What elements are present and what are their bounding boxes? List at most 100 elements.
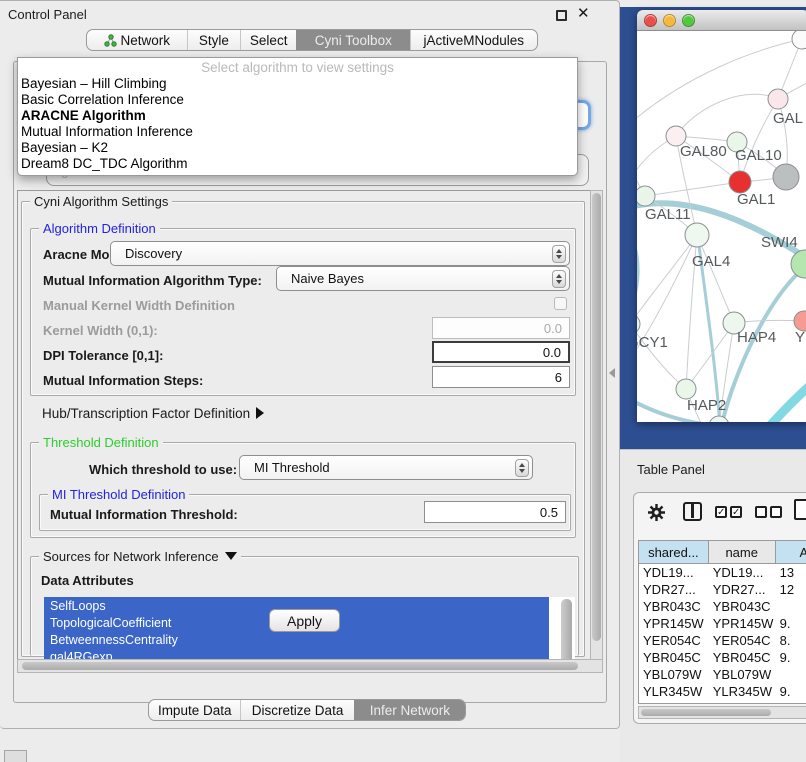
algorithm-option[interactable]: Basic Correlation Inference: [18, 91, 577, 107]
stepper-arrows-icon[interactable]: [552, 245, 566, 263]
tab-impute-data[interactable]: Impute Data: [149, 700, 240, 720]
scrollbar-thumb[interactable]: [592, 193, 601, 641]
which-threshold-combo[interactable]: MI Threshold: [239, 455, 533, 480]
float-panel-icon[interactable]: [556, 10, 567, 21]
node-label: GAL11: [645, 206, 691, 223]
tab-style[interactable]: Style: [187, 30, 241, 50]
group-title: Algorithm Definition: [39, 221, 160, 236]
gear-icon[interactable]: [647, 503, 666, 522]
network-canvas-container[interactable]: GALGAL80GAL10GAL1GAL11GAL4SWI4GCY1HAP4YH…: [637, 31, 806, 422]
apply-button[interactable]: Apply: [269, 609, 340, 632]
kernel-width-field[interactable]: 0.0: [432, 317, 570, 339]
column-header[interactable]: name: [709, 541, 776, 563]
attributes-scrollbar[interactable]: [561, 599, 572, 665]
node-hap2[interactable]: [676, 379, 696, 399]
data-attributes-label: Data Attributes: [41, 573, 134, 588]
dpi-tolerance-field[interactable]: 0.0: [432, 341, 570, 363]
network-window-titlebar[interactable]: [637, 10, 806, 31]
table-row[interactable]: YER054CYER054C8.: [639, 632, 806, 649]
algorithm-select-popup: Select algorithm to view settings Bayesi…: [17, 57, 578, 176]
mi-steps-field[interactable]: 6: [432, 366, 570, 388]
mi-threshold-field[interactable]: 0.5: [424, 501, 566, 523]
close-traffic-light-icon[interactable]: [644, 14, 657, 27]
stepper-arrows-icon[interactable]: [552, 270, 566, 288]
node-label: GAL80: [680, 143, 727, 160]
node-gray[interactable]: [773, 164, 799, 190]
manual-kernel-checkbox[interactable]: [554, 297, 567, 310]
table-row[interactable]: YIL052CYIL052C9: [639, 700, 806, 704]
minimize-traffic-light-icon[interactable]: [663, 14, 676, 27]
group-title: MI Threshold Definition: [48, 487, 189, 502]
node-gal-pink[interactable]: [768, 89, 788, 109]
mi-threshold-group: MI Threshold Definition Mutual Informati…: [39, 494, 571, 531]
mi-algorithm-type-combo[interactable]: Naive Bayes: [276, 266, 570, 291]
algorithm-option[interactable]: Mutual Information Inference: [18, 123, 577, 139]
tab-cyni-toolbox[interactable]: Cyni Toolbox: [296, 30, 410, 50]
tab-label: Style: [199, 33, 229, 48]
tab-discretize-data[interactable]: Discretize Data: [240, 700, 353, 720]
node-gal1[interactable]: [729, 171, 751, 193]
network-canvas[interactable]: GALGAL80GAL10GAL1GAL11GAL4SWI4GCY1HAP4YH…: [637, 31, 806, 422]
new-table-icon[interactable]: [794, 499, 806, 520]
table-row[interactable]: YPR145WYPR145W9.: [639, 615, 806, 632]
checked-box-icon[interactable]: ✓: [730, 506, 742, 518]
hub-definition-toggle[interactable]: Hub/Transcription Factor Definition: [42, 406, 264, 421]
close-icon[interactable]: ✕: [577, 4, 590, 22]
table-cell: 13: [776, 564, 806, 581]
node-gal11[interactable]: [637, 186, 655, 206]
checked-box-icon[interactable]: ✓: [715, 506, 727, 518]
algorithm-option[interactable]: Dream8 DC_TDC Algorithm: [18, 155, 577, 171]
scrollbar-thumb[interactable]: [641, 709, 771, 716]
table-row[interactable]: YLR345WYLR345W9.: [639, 683, 806, 700]
tab-network[interactable]: Network: [87, 30, 187, 50]
node-salmon[interactable]: [794, 311, 806, 331]
table-row[interactable]: YBR043CYBR043C: [639, 598, 806, 615]
tab-infer-network[interactable]: Infer Network: [354, 700, 465, 720]
settings-vertical-scrollbar[interactable]: [590, 190, 603, 673]
algorithm-option[interactable]: Bayesian – K2: [18, 139, 577, 155]
columns-icon[interactable]: [683, 502, 702, 521]
zoom-traffic-light-icon[interactable]: [682, 14, 695, 27]
split-pane-collapse-icon[interactable]: [609, 368, 615, 378]
manual-kernel-label: Manual Kernel Width Definition: [43, 298, 235, 313]
table-cell: YDL19...: [639, 564, 709, 581]
settings-horizontal-scrollbar[interactable]: [17, 659, 603, 673]
table-row[interactable]: YDL19...YDL19...13: [639, 564, 806, 581]
node-gcy1[interactable]: [637, 314, 640, 334]
table-row[interactable]: YBL079WYBL079W: [639, 666, 806, 683]
stepper-arrows-icon[interactable]: [515, 459, 529, 477]
node-bottom[interactable]: [709, 416, 729, 422]
tab-jactivemnodules[interactable]: jActiveMNodules: [410, 30, 537, 50]
scrollbar-thumb[interactable]: [22, 662, 578, 670]
node-label: GAL4: [692, 253, 730, 270]
column-header[interactable]: A: [776, 541, 806, 563]
table-row[interactable]: YBR045CYBR045C9.: [639, 649, 806, 666]
minimized-panel-box[interactable]: [4, 750, 27, 762]
unchecked-box-icon[interactable]: [770, 506, 782, 518]
sources-toggle[interactable]: Sources for Network Inference: [39, 549, 241, 564]
tab-select[interactable]: Select: [240, 30, 296, 50]
unchecked-box-icon[interactable]: [755, 506, 767, 518]
network-view-window[interactable]: GALGAL80GAL10GAL1GAL11GAL4SWI4GCY1HAP4YH…: [637, 10, 806, 422]
table-horizontal-scrollbar[interactable]: [638, 706, 806, 719]
network-icon: [104, 34, 117, 47]
sources-title: Sources for Network Inference: [43, 549, 219, 564]
field-value: 0.5: [540, 505, 558, 520]
table-cell: YBL079W: [709, 666, 776, 683]
aracne-mode-combo[interactable]: Discovery: [110, 241, 570, 266]
table-cell: YDL19...: [709, 564, 776, 581]
column-header[interactable]: shared...: [639, 541, 709, 563]
node-gal4[interactable]: [685, 223, 709, 247]
table-cell: YBL079W: [639, 666, 709, 683]
list-item[interactable]: BetweennessCentrality: [44, 631, 549, 648]
table-row[interactable]: YDR27...YDR27...12: [639, 581, 806, 598]
algorithm-option[interactable]: ARACNE Algorithm: [18, 107, 577, 123]
node-top[interactable]: [792, 31, 806, 49]
table-cell: [776, 598, 806, 615]
node-label: GAL: [773, 110, 803, 127]
cyni-algorithm-settings-group: Cyni Algorithm Settings Algorithm Defini…: [21, 201, 585, 657]
algorithm-option[interactable]: Bayesian – Hill Climbing: [18, 75, 577, 91]
node-swi4[interactable]: [791, 250, 806, 278]
table-panel: Table Panel ✓ ✓ s: [620, 449, 806, 762]
node-label: GAL1: [737, 191, 775, 208]
